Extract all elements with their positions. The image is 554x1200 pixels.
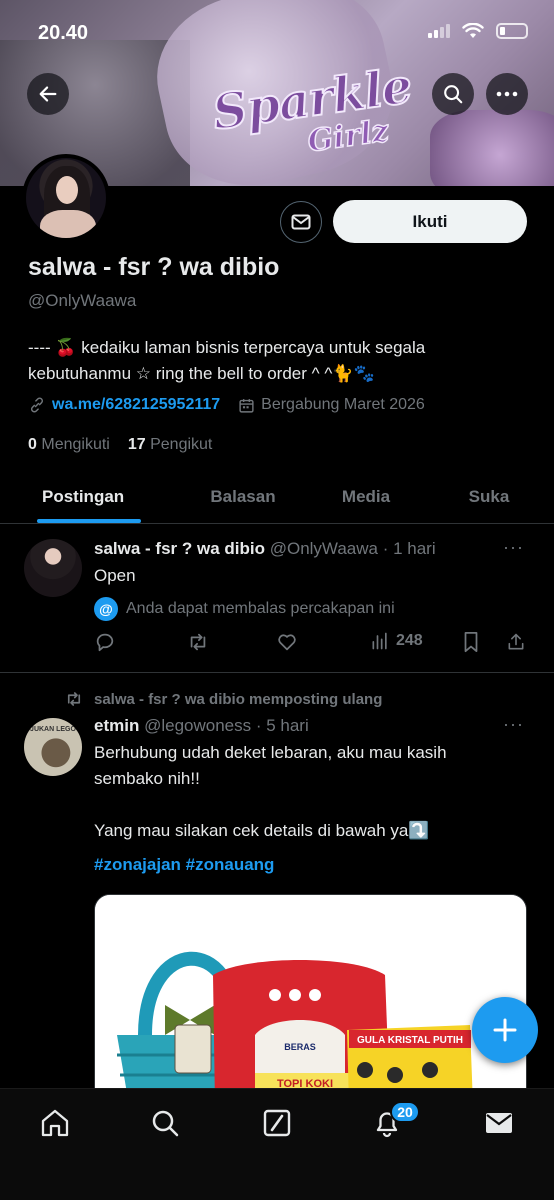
plus-icon <box>493 1018 517 1042</box>
profile-joined: Bergabung Maret 2026 <box>261 396 425 413</box>
arrow-left-icon <box>39 86 57 102</box>
views-count: 248 <box>396 632 423 649</box>
repost-button[interactable] <box>186 631 210 653</box>
post-avatar[interactable]: JUKAN LEGO <box>24 718 82 776</box>
post-item[interactable]: salwa - fsr ? wa dibio memposting ulang … <box>0 674 554 1104</box>
profile-tabs: Postingan Balasan Media Suka <box>0 470 554 524</box>
following-link[interactable]: 0 Mengikuti <box>28 436 110 454</box>
heart-icon <box>278 634 296 651</box>
post-item[interactable]: salwa - fsr ? wa dibio @OnlyWaawa · 1 ha… <box>0 525 554 673</box>
profile-bio: ---- 🍒 kedaiku laman bisnis terpercaya u… <box>28 338 426 383</box>
post-header: salwa - fsr ? wa dibio @OnlyWaawa · 1 ha… <box>94 539 436 559</box>
profile-meta: wa.me/6282125952117 Bergabung Maret 2026 <box>28 396 425 414</box>
nav-messages[interactable] <box>481 1105 517 1141</box>
svg-text:GULA KRISTAL PUTIH: GULA KRISTAL PUTIH <box>357 1035 463 1046</box>
more-options-button[interactable] <box>486 73 528 115</box>
signal-icon <box>428 24 450 38</box>
post-media-image[interactable]: BERAS TOPI KOKI GULA KRISTAL PUTIH <box>94 894 527 1104</box>
at-icon: @ <box>94 597 118 621</box>
reply-permission-note: @ Anda dapat membalas percakapan ini <box>94 597 395 621</box>
message-button[interactable] <box>280 201 322 243</box>
post-meta: @OnlyWaawa · 1 hari <box>269 539 436 558</box>
post-text: Open <box>94 566 136 585</box>
views-button[interactable]: 248 <box>370 631 423 651</box>
svg-text:BERAS: BERAS <box>284 1042 316 1052</box>
post-actions: 248 <box>94 631 534 657</box>
bookmark-icon <box>464 631 478 653</box>
status-time: 20.40 <box>38 22 89 44</box>
search-icon <box>152 1110 179 1137</box>
home-icon <box>41 1109 69 1137</box>
nav-search[interactable] <box>147 1105 183 1141</box>
profile-avatar[interactable] <box>22 154 110 242</box>
nav-home[interactable] <box>37 1105 73 1141</box>
tab-media[interactable]: Media <box>308 470 424 523</box>
search-icon <box>444 85 463 104</box>
mail-icon <box>486 1113 512 1133</box>
search-button[interactable] <box>432 73 474 115</box>
mail-icon <box>291 214 311 230</box>
reply-button[interactable] <box>94 631 116 653</box>
post-avatar[interactable] <box>24 539 82 597</box>
link-icon <box>30 397 44 413</box>
battery-icon <box>496 23 528 39</box>
follow-counts: 0 Mengikuti 17 Pengikut <box>28 436 212 454</box>
nav-grok[interactable] <box>259 1105 295 1141</box>
share-button[interactable] <box>506 631 526 653</box>
calendar-icon <box>239 398 254 413</box>
tab-balasan[interactable]: Balasan <box>178 470 308 523</box>
post-hashtags[interactable]: #zonajajan #zonauang <box>94 852 447 878</box>
repost-icon <box>67 692 81 706</box>
repost-indicator: salwa - fsr ? wa dibio memposting ulang <box>64 690 382 708</box>
bottom-navigation: 20 <box>0 1088 554 1200</box>
follow-button[interactable]: Ikuti <box>333 200 527 243</box>
grok-icon <box>263 1109 291 1137</box>
notification-badge: 20 <box>390 1101 420 1123</box>
back-button[interactable] <box>27 73 69 115</box>
profile-handle: @OnlyWaawa <box>28 291 137 310</box>
sembako-package-image: BERAS TOPI KOKI GULA KRISTAL PUTIH <box>95 895 526 1103</box>
wifi-icon <box>462 23 484 38</box>
post-more-icon[interactable]: ··· <box>503 714 524 735</box>
more-horizontal-icon <box>496 91 518 97</box>
post-header: etmin @legowoness · 5 hari <box>94 716 309 736</box>
reply-icon <box>96 633 114 652</box>
post-author-name[interactable]: salwa - fsr ? wa dibio <box>94 539 265 558</box>
tab-suka[interactable]: Suka <box>424 470 554 523</box>
repost-icon <box>190 633 206 651</box>
views-chart-icon <box>372 632 387 650</box>
tab-postingan[interactable]: Postingan <box>0 470 178 523</box>
compose-post-button[interactable] <box>472 997 538 1063</box>
followers-link[interactable]: 17 Pengikut <box>128 436 213 454</box>
post-text: Berhubung udah deket lebaran, aku mau ka… <box>94 740 447 878</box>
profile-link[interactable]: wa.me/6282125952117 <box>52 396 220 414</box>
banner-art-right <box>430 110 554 186</box>
share-icon <box>508 633 524 650</box>
post-more-icon[interactable]: ··· <box>503 537 524 558</box>
post-author-name[interactable]: etmin <box>94 716 139 735</box>
bookmark-button[interactable] <box>462 631 480 653</box>
profile-display-name: salwa - fsr ? wa dibio <box>28 253 280 281</box>
status-bar: 20.40 <box>0 0 554 60</box>
status-icons <box>428 23 528 39</box>
like-button[interactable] <box>276 631 298 653</box>
post-meta: @legowoness · 5 hari <box>144 716 309 735</box>
